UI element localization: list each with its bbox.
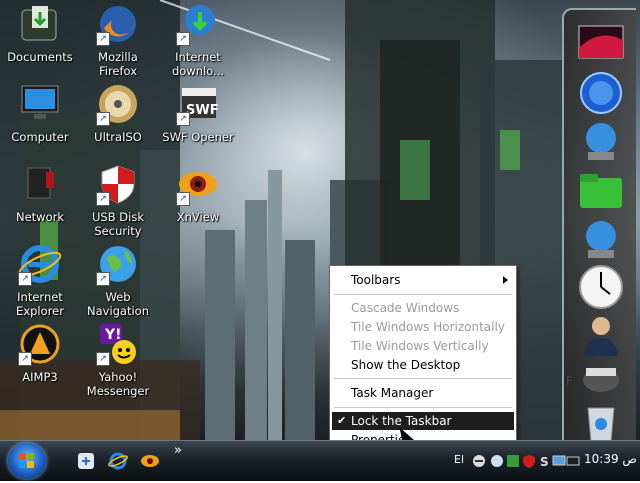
firefox-icon: ↗ — [96, 2, 140, 46]
tray-download-icon[interactable] — [506, 453, 520, 467]
desktop-icon-internet-explorer[interactable]: ↗ Internet Explorer — [0, 242, 80, 318]
desktop-icon-label: XnView — [176, 210, 220, 224]
dock-item-user[interactable] — [578, 312, 624, 358]
dock-item-clock[interactable] — [578, 264, 624, 310]
system-tray: El S 10:39 ص — [452, 449, 638, 473]
desktop-icon-ultraiso[interactable]: ↗ UltraISO — [78, 82, 158, 144]
quicklaunch-ie-icon[interactable] — [108, 451, 128, 471]
desktop-icon-label: Documents — [7, 50, 73, 64]
shortcut-arrow-icon: ↗ — [96, 192, 110, 206]
tray-network-icon[interactable] — [472, 453, 486, 467]
desktop-icon-label: Web Navigation — [86, 290, 150, 318]
dock-item-recycle-bin[interactable] — [578, 402, 624, 440]
shortcut-arrow-icon: ↗ — [176, 32, 190, 46]
globe-icon: ↗ — [96, 242, 140, 286]
desktop-icon-label: SWF Opener — [162, 130, 234, 144]
shortcut-arrow-icon: ↗ — [96, 112, 110, 126]
start-button[interactable] — [8, 443, 46, 479]
shortcut-arrow-icon: ↗ — [176, 112, 190, 126]
tray-volume-icon[interactable] — [566, 453, 580, 467]
quicklaunch-more-chevron[interactable]: » — [174, 443, 182, 458]
swf-icon: SWF ↗ — [176, 82, 220, 126]
desktop-icon-swf-opener[interactable]: SWF ↗ SWF Opener — [158, 82, 238, 144]
desktop-icon-usb-disk-security[interactable]: ↗ USB Disk Security — [78, 162, 158, 238]
shield-icon: ↗ — [96, 162, 140, 206]
menu-item-show-desktop[interactable]: Show the Desktop — [332, 356, 514, 374]
desktop-icon-label: Yahoo! Messenger — [86, 370, 150, 398]
desktop-icon-firefox[interactable]: ↗ Mozilla Firefox — [78, 2, 158, 78]
quicklaunch-app-icon[interactable] — [76, 451, 96, 471]
dock-item-globe-2[interactable] — [578, 216, 624, 262]
menu-separator — [334, 294, 512, 295]
desktop-icon-internet-download-manager[interactable]: ↗ Internet downlo... — [158, 2, 238, 78]
shortcut-arrow-icon: ↗ — [18, 272, 32, 286]
desktop-icon-yahoo-messenger[interactable]: Y! ↗ Yahoo! Messenger — [78, 322, 158, 398]
disc-icon: ↗ — [96, 82, 140, 126]
desktop-icon-label: Internet Explorer — [16, 290, 64, 318]
desktop-icon-label: UltraISO — [94, 130, 142, 144]
clock[interactable]: 10:39 ص — [584, 452, 637, 466]
tray-s-icon[interactable]: S — [538, 453, 552, 469]
submenu-arrow-icon — [503, 276, 508, 284]
taskbar[interactable]: » El S 10:39 ص — [0, 440, 640, 481]
desktop-icon-label: Mozilla Firefox — [98, 50, 138, 78]
shortcut-arrow-icon: ↗ — [176, 192, 190, 206]
desktop-icon-network[interactable]: Network — [0, 162, 80, 224]
tray-shield-icon[interactable] — [522, 453, 536, 468]
aimp-icon: ↗ — [18, 322, 62, 366]
shortcut-arrow-icon: ↗ — [18, 352, 32, 366]
shortcut-arrow-icon: ↗ — [96, 352, 110, 366]
xnview-icon: ↗ — [176, 162, 220, 206]
menu-item-lock-taskbar[interactable]: ✔ Lock the Taskbar — [332, 412, 514, 430]
shortcut-arrow-icon: ↗ — [96, 32, 110, 46]
shortcut-arrow-icon: ↗ — [96, 272, 110, 286]
dock-item-network-globe[interactable] — [578, 118, 624, 164]
monitor-icon — [18, 82, 62, 126]
desktop-icon-label: Computer — [11, 130, 69, 144]
dock-item-globe[interactable] — [578, 70, 624, 116]
language-indicator[interactable]: El — [454, 453, 464, 466]
desktop-icon-label: Internet downlo... — [171, 50, 225, 78]
network-icon — [18, 162, 62, 206]
desktop-icon-web-navigation[interactable]: ↗ Web Navigation — [78, 242, 158, 318]
desktop[interactable]: Documents ↗ Mozilla Firefox ↗ Internet d… — [0, 0, 640, 440]
svg-text:Y!: Y! — [104, 327, 122, 343]
svg-text:S: S — [540, 455, 549, 468]
desktop-icon-computer[interactable]: Computer — [0, 82, 80, 144]
svg-text:SWF: SWF — [186, 103, 219, 118]
dock-bar[interactable] — [562, 8, 636, 440]
taskbar-context-menu: Toolbars Cascade Windows Tile Windows Ho… — [329, 265, 517, 453]
menu-item-toolbars[interactable]: Toolbars — [332, 271, 514, 289]
desktop-icon-xnview[interactable]: ↗ XnView — [158, 162, 238, 224]
yahoo-icon: Y! ↗ — [96, 322, 140, 366]
quicklaunch-xnview-icon[interactable] — [140, 451, 160, 471]
checkmark-icon: ✔ — [337, 414, 347, 427]
folder-icon — [18, 2, 62, 46]
dock-item-wallpaper[interactable] — [578, 22, 624, 68]
desktop-icon-label: USB Disk Security — [92, 210, 144, 238]
tray-app-icon[interactable] — [490, 453, 504, 467]
menu-item-tile-vertically[interactable]: Tile Windows Vertically — [332, 337, 514, 355]
desktop-icon-label: Network — [15, 210, 65, 224]
tray-display-icon[interactable] — [552, 453, 566, 467]
menu-separator — [334, 378, 512, 379]
ie-icon: ↗ — [18, 242, 62, 286]
menu-item-tile-horizontally[interactable]: Tile Windows Horizontally — [332, 318, 514, 336]
windows-logo-icon — [19, 453, 34, 468]
dock-item-folder[interactable] — [578, 170, 624, 216]
desktop-icon-documents[interactable]: Documents — [0, 2, 80, 64]
menu-item-cascade-windows[interactable]: Cascade Windows — [332, 299, 514, 317]
dock-item-settings[interactable] — [578, 358, 624, 404]
desktop-icon-aimp3[interactable]: ↗ AIMP3 — [0, 322, 80, 384]
menu-separator — [334, 407, 512, 408]
menu-item-task-manager[interactable]: Task Manager — [332, 384, 514, 402]
desktop-icon-label: AIMP3 — [22, 370, 58, 384]
download-manager-icon: ↗ — [176, 2, 220, 46]
